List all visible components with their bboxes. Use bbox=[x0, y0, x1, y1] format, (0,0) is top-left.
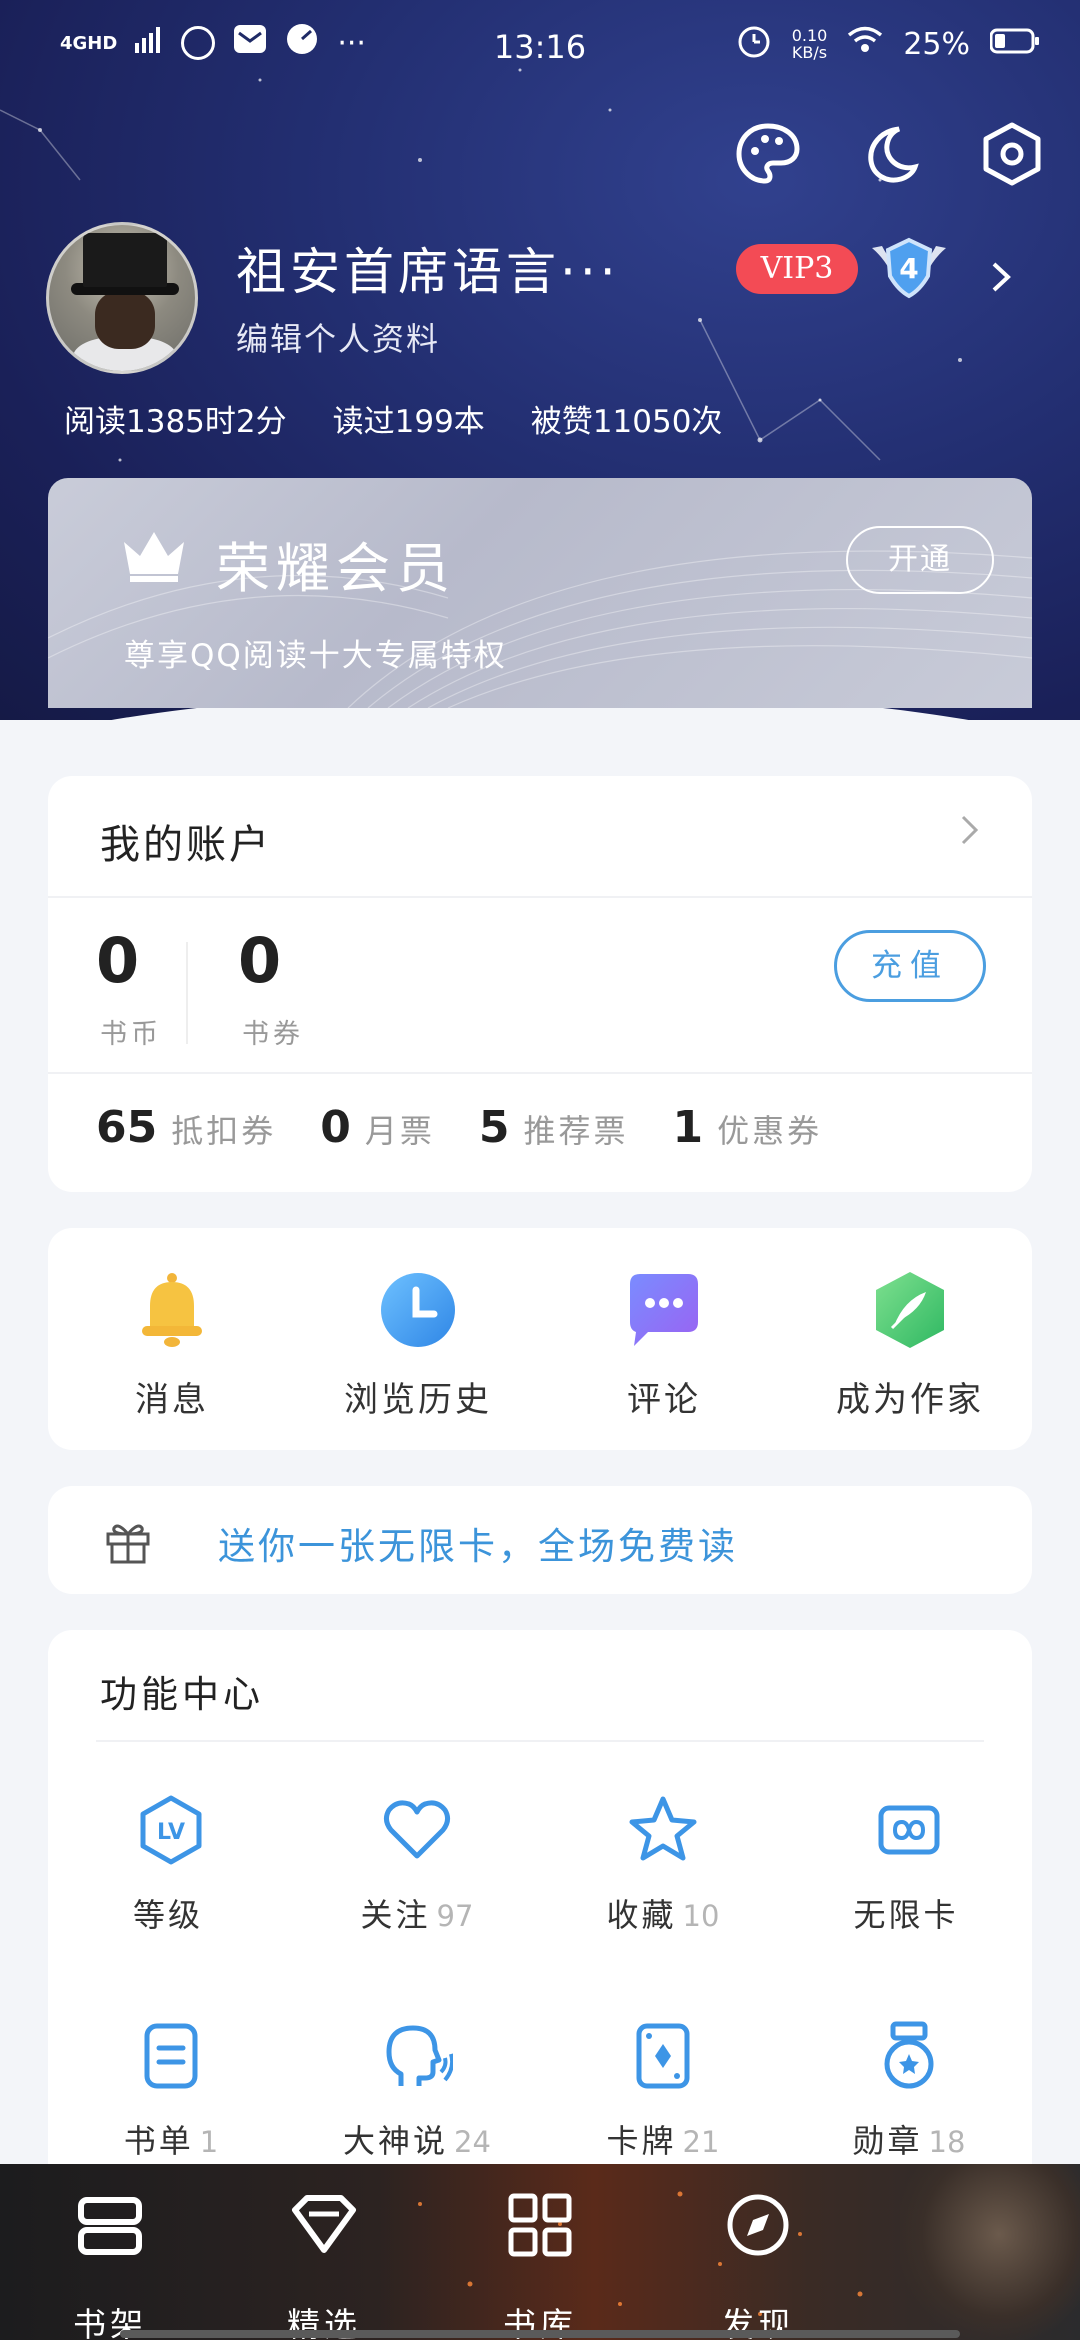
level-number: 4 bbox=[899, 252, 918, 285]
level-icon: LV bbox=[135, 1794, 207, 1866]
nav-library[interactable]: 书库 bbox=[470, 2190, 610, 2340]
heart-icon bbox=[381, 1794, 453, 1866]
account-chevron-icon[interactable] bbox=[960, 812, 980, 856]
unlimited-card-label: 无限卡 bbox=[853, 1896, 959, 1934]
vouchers-label: 书券 bbox=[242, 1019, 304, 1050]
account-divider-2 bbox=[48, 1072, 1032, 1074]
avatar[interactable] bbox=[46, 222, 198, 374]
alarm-icon bbox=[736, 22, 772, 66]
monthly-ticket[interactable]: 0 月票 bbox=[320, 1102, 435, 1153]
speaking-head-icon bbox=[381, 2020, 455, 2092]
tickets-row: 65 抵扣券 0 月票 5 推荐票 1 优惠券 bbox=[96, 1102, 822, 1153]
books-read-stat[interactable]: 读过199本 bbox=[333, 396, 485, 441]
bell-icon bbox=[132, 1270, 212, 1350]
vip-card-subtitle: 尊享QQ阅读十大专属特权 bbox=[124, 638, 507, 674]
account-card: 我的账户 0 书币 0 书券 充值 65 抵扣券 0 月票 5 推荐票 1 优惠券 bbox=[48, 776, 1032, 1192]
become-writer-action[interactable]: 成为作家 bbox=[810, 1270, 1010, 1421]
medals-label: 勋章 18 bbox=[852, 2122, 966, 2160]
reading-stats: 阅读1385时2分 读过199本 被赞11050次 bbox=[64, 396, 722, 441]
deduction-coupon[interactable]: 65 抵扣券 bbox=[96, 1102, 276, 1153]
vip-card-title: 荣耀会员 bbox=[216, 537, 456, 600]
vip-badge[interactable]: VIP3 bbox=[736, 244, 858, 294]
favorites-label: 收藏 10 bbox=[606, 1896, 720, 1934]
comment-icon bbox=[624, 1270, 704, 1350]
theme-palette-icon[interactable] bbox=[734, 120, 802, 188]
history-action[interactable]: 浏览历史 bbox=[318, 1270, 518, 1421]
quill-icon bbox=[870, 1270, 950, 1350]
grid-icon bbox=[505, 2190, 575, 2260]
edit-profile-link[interactable]: 编辑个人资料 bbox=[236, 314, 440, 360]
discount-coupon[interactable]: 1 优惠券 bbox=[673, 1102, 823, 1153]
free-card-promo[interactable]: 送你一张无限卡，全场免费读 bbox=[48, 1486, 1032, 1594]
unlimited-card-item[interactable]: 无限卡 bbox=[786, 1794, 1032, 1936]
quick-actions-card: 消息 浏览历史 评论 成为作家 bbox=[48, 1228, 1032, 1450]
medal-icon bbox=[873, 2020, 945, 2092]
vouchers-value: 0 bbox=[238, 924, 282, 997]
wifi-icon bbox=[847, 26, 883, 62]
booklist-label: 书单 1 bbox=[123, 2122, 219, 2160]
account-title[interactable]: 我的账户 bbox=[100, 812, 272, 870]
profile-chevron-icon[interactable] bbox=[990, 258, 1012, 304]
recharge-button[interactable]: 充值 bbox=[834, 930, 986, 1002]
battery-icon bbox=[989, 27, 1040, 62]
level-item[interactable]: LV 等级 bbox=[48, 1794, 294, 1936]
settings-icon[interactable] bbox=[978, 120, 1046, 188]
status-bar: 4GHD ··· 13:16 0.10 KB/s 25% bbox=[0, 18, 1080, 68]
night-mode-icon[interactable] bbox=[856, 120, 924, 188]
battery-percent: 25% bbox=[903, 26, 970, 62]
cards-item[interactable]: 卡牌 21 bbox=[540, 2020, 786, 2162]
net-speed: 0.10 KB/s bbox=[792, 27, 828, 61]
level-badge[interactable]: 4 bbox=[868, 228, 950, 308]
likes-stat[interactable]: 被赞11050次 bbox=[531, 396, 723, 441]
clock-icon bbox=[378, 1270, 458, 1350]
compass-icon bbox=[723, 2190, 793, 2260]
comments-label: 评论 bbox=[627, 1380, 701, 1420]
card-icon bbox=[627, 2020, 699, 2092]
username[interactable]: 祖安首席语言··· bbox=[236, 232, 620, 304]
vip-membership-card[interactable]: 荣耀会员 尊享QQ阅读十大专属特权 开通 bbox=[48, 478, 1032, 708]
nav-bookshelf[interactable]: 书架 bbox=[40, 2190, 180, 2340]
function-center-title: 功能中心 bbox=[100, 1673, 264, 1716]
follow-item[interactable]: 关注 97 bbox=[294, 1794, 540, 1936]
become-writer-label: 成为作家 bbox=[836, 1380, 984, 1420]
gift-icon bbox=[104, 1518, 152, 1566]
bookshelf-icon bbox=[75, 2190, 145, 2260]
reading-time-stat[interactable]: 阅读1385时2分 bbox=[64, 396, 287, 441]
promo-text[interactable]: 送你一张无限卡，全场免费读 bbox=[218, 1516, 738, 1570]
infinity-card-icon bbox=[873, 1794, 945, 1866]
messages-action[interactable]: 消息 bbox=[72, 1270, 272, 1421]
favorites-item[interactable]: 收藏 10 bbox=[540, 1794, 786, 1936]
master-says-label: 大神说 24 bbox=[343, 2122, 491, 2160]
coins-label: 书币 bbox=[100, 1019, 162, 1050]
net-speed-unit: KB/s bbox=[791, 43, 828, 62]
home-indicator[interactable] bbox=[120, 2330, 960, 2338]
header-actions bbox=[734, 120, 1046, 188]
recommend-ticket[interactable]: 5 推荐票 bbox=[479, 1102, 629, 1153]
star-icon bbox=[627, 1794, 699, 1866]
bottom-nav: 书架 精选 书库 发现 bbox=[0, 2164, 1080, 2340]
function-divider bbox=[96, 1740, 984, 1742]
svg-text:LV: LV bbox=[157, 1820, 185, 1845]
messages-label: 消息 bbox=[135, 1380, 209, 1420]
booklist-icon bbox=[135, 2020, 207, 2092]
level-label: 等级 bbox=[132, 1896, 203, 1934]
medals-item[interactable]: 勋章 18 bbox=[786, 2020, 1032, 2162]
account-separator bbox=[186, 942, 188, 1044]
master-says-item[interactable]: 大神说 24 bbox=[294, 2020, 540, 2162]
comments-action[interactable]: 评论 bbox=[564, 1270, 764, 1421]
crown-icon bbox=[118, 524, 190, 584]
open-vip-button[interactable]: 开通 bbox=[846, 526, 994, 594]
history-label: 浏览历史 bbox=[344, 1380, 492, 1420]
cards-label: 卡牌 21 bbox=[606, 2122, 720, 2160]
follow-label: 关注 97 bbox=[360, 1896, 474, 1934]
nav-discover[interactable]: 发现 bbox=[688, 2190, 828, 2340]
coins-value: 0 bbox=[96, 924, 140, 997]
account-divider bbox=[48, 896, 1032, 898]
diamond-icon bbox=[289, 2190, 359, 2260]
character-illustration bbox=[900, 2164, 1080, 2340]
booklist-item[interactable]: 书单 1 bbox=[48, 2020, 294, 2162]
nav-featured[interactable]: 精选 bbox=[254, 2190, 394, 2340]
